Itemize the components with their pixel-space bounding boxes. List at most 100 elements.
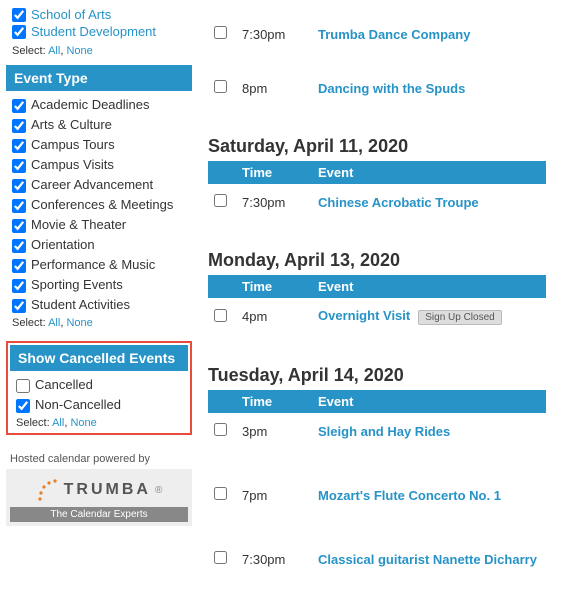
event-checkbox[interactable]	[214, 80, 227, 93]
event-checkbox[interactable]	[214, 194, 227, 207]
event-link[interactable]: Classical guitarist Nanette Dicharry	[318, 552, 537, 567]
day-heading: Monday, April 13, 2020	[208, 250, 546, 271]
col-event-header: Event	[312, 161, 546, 184]
event-type-label: Arts & Culture	[31, 117, 112, 132]
event-link[interactable]: Dancing with the Spuds	[318, 81, 465, 96]
event-type-checkbox[interactable]	[12, 279, 26, 293]
event-type-checkbox[interactable]	[12, 259, 26, 273]
table-header: TimeEvent	[208, 390, 546, 413]
event-type-label: Performance & Music	[31, 257, 155, 272]
event-type-label: Orientation	[31, 237, 95, 252]
event-checkbox[interactable]	[214, 26, 227, 39]
registered-icon: ®	[155, 485, 162, 496]
table-header: TimeEvent	[208, 275, 546, 298]
day-heading: Tuesday, April 14, 2020	[208, 365, 546, 386]
category-checkbox[interactable]	[12, 8, 26, 22]
select-all-link[interactable]: All	[48, 317, 60, 329]
trumba-logo-box[interactable]: TRUMBA ® The Calendar Experts	[6, 469, 192, 526]
event-link[interactable]: Overnight Visit	[318, 308, 410, 323]
non-cancelled-checkbox[interactable]	[16, 399, 30, 413]
event-type-checkbox[interactable]	[12, 159, 26, 173]
cancelled-option: Cancelled	[10, 375, 188, 395]
category-item: Student Development	[12, 23, 192, 40]
trumba-arc-icon	[36, 477, 58, 503]
day-group: Monday, April 13, 2020TimeEvent4pmOverni…	[208, 250, 546, 335]
event-type-checkbox[interactable]	[12, 219, 26, 233]
select-line: Select: All, None	[6, 315, 192, 335]
select-none-link[interactable]: None	[70, 417, 96, 429]
event-checkbox[interactable]	[214, 309, 227, 322]
event-type-item: Campus Visits	[6, 155, 192, 175]
select-none-link[interactable]: None	[66, 45, 92, 57]
select-none-link[interactable]: None	[66, 317, 92, 329]
cancelled-events-box: Show Cancelled Events Cancelled Non-Canc…	[6, 341, 192, 435]
cancelled-label: Cancelled	[35, 377, 93, 392]
event-row: 7:30pmTrumba Dance Company	[208, 16, 546, 52]
event-type-checkbox[interactable]	[12, 119, 26, 133]
trumba-name: TRUMBA	[64, 481, 151, 499]
event-link[interactable]: Mozart's Flute Concerto No. 1	[318, 488, 501, 503]
table-header: TimeEvent	[208, 161, 546, 184]
event-checkbox[interactable]	[214, 487, 227, 500]
event-type-item: Student Activities	[6, 295, 192, 315]
event-checkbox[interactable]	[214, 423, 227, 436]
category-item: School of Arts	[12, 6, 192, 23]
event-link[interactable]: Sleigh and Hay Rides	[318, 424, 450, 439]
event-type-label: Academic Deadlines	[31, 97, 150, 112]
event-type-header: Event Type	[6, 65, 192, 91]
event-row: 8pm Dancing with the Spuds	[208, 70, 546, 106]
event-row: 7:30pmClassical guitarist Nanette Dichar…	[208, 541, 546, 577]
event-type-item: Career Advancement	[6, 175, 192, 195]
category-link[interactable]: Student Development	[31, 24, 156, 39]
event-type-label: Career Advancement	[31, 177, 153, 192]
event-type-item: Orientation	[6, 235, 192, 255]
event-row: 7pmMozart's Flute Concerto No. 1	[208, 477, 546, 513]
event-type-label: Movie & Theater	[31, 217, 126, 232]
event-link[interactable]: Chinese Acrobatic Troupe	[318, 195, 479, 210]
day-group: Saturday, April 11, 2020 TimeEvent7:30pmC…	[208, 136, 546, 220]
select-line: Select: All, None	[10, 415, 188, 431]
event-row: 4pm Overnight Visit Sign Up Closed	[208, 298, 546, 335]
select-label: Select:	[12, 45, 46, 57]
day-group: 7:30pmTrumba Dance Company 8pm Dancing wit…	[208, 16, 546, 106]
day-heading: Saturday, April 11, 2020	[208, 136, 546, 157]
day-group: Tuesday, April 14, 2020 TimeEvent3pmSleig…	[208, 365, 546, 577]
col-time-header: Time	[236, 161, 312, 184]
signup-badge: Sign Up Closed	[418, 310, 501, 325]
event-row: 7:30pmChinese Acrobatic Troupe	[208, 184, 546, 220]
event-type-label: Conferences & Meetings	[31, 197, 173, 212]
event-link[interactable]: Trumba Dance Company	[318, 27, 470, 42]
category-checkbox[interactable]	[12, 25, 26, 39]
col-event-header: Event	[312, 390, 546, 413]
event-type-item: Academic Deadlines	[6, 95, 192, 115]
event-list: 7:30pmTrumba Dance Company 8pm Dancing wit…	[208, 6, 556, 609]
event-type-list: Academic Deadlines Arts & Culture Campus T…	[6, 95, 192, 315]
event-type-label: Campus Tours	[31, 137, 115, 152]
select-label: Select:	[12, 317, 46, 329]
event-type-item: Sporting Events	[6, 275, 192, 295]
cancelled-header: Show Cancelled Events	[10, 345, 188, 371]
category-links: School of Arts Student Development	[6, 6, 192, 43]
cancelled-option: Non-Cancelled	[10, 395, 188, 415]
select-all-link[interactable]: All	[48, 45, 60, 57]
event-time: 8pm	[236, 77, 312, 100]
event-type-checkbox[interactable]	[12, 239, 26, 253]
select-label: Select:	[16, 417, 50, 429]
event-type-item: Movie & Theater	[6, 215, 192, 235]
select-all-link[interactable]: All	[52, 417, 64, 429]
event-type-checkbox[interactable]	[12, 139, 26, 153]
col-time-header: Time	[236, 390, 312, 413]
event-type-checkbox[interactable]	[12, 199, 26, 213]
select-line: Select: All, None	[6, 43, 192, 63]
event-row: 3pmSleigh and Hay Rides	[208, 413, 546, 449]
col-event-header: Event	[312, 275, 546, 298]
event-checkbox[interactable]	[214, 551, 227, 564]
event-type-checkbox[interactable]	[12, 179, 26, 193]
event-type-checkbox[interactable]	[12, 299, 26, 313]
powered-by-text: Hosted calendar powered by	[6, 453, 192, 465]
category-link[interactable]: School of Arts	[31, 7, 111, 22]
event-time: 4pm	[236, 305, 312, 328]
col-time-header: Time	[236, 275, 312, 298]
cancelled-checkbox[interactable]	[16, 379, 30, 393]
event-type-checkbox[interactable]	[12, 99, 26, 113]
